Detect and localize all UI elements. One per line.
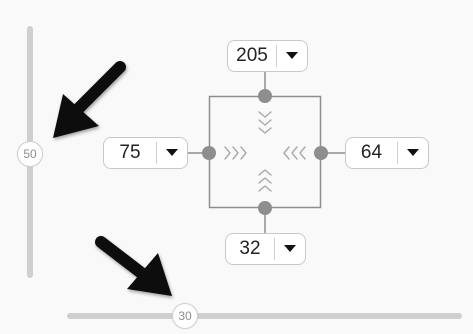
- black-arrow-icon: [53, 61, 126, 138]
- black-arrow-icon: [95, 236, 172, 296]
- annotation-arrows: [53, 61, 172, 296]
- alignment-panel: 50 30 205 75 64 32: [0, 0, 473, 334]
